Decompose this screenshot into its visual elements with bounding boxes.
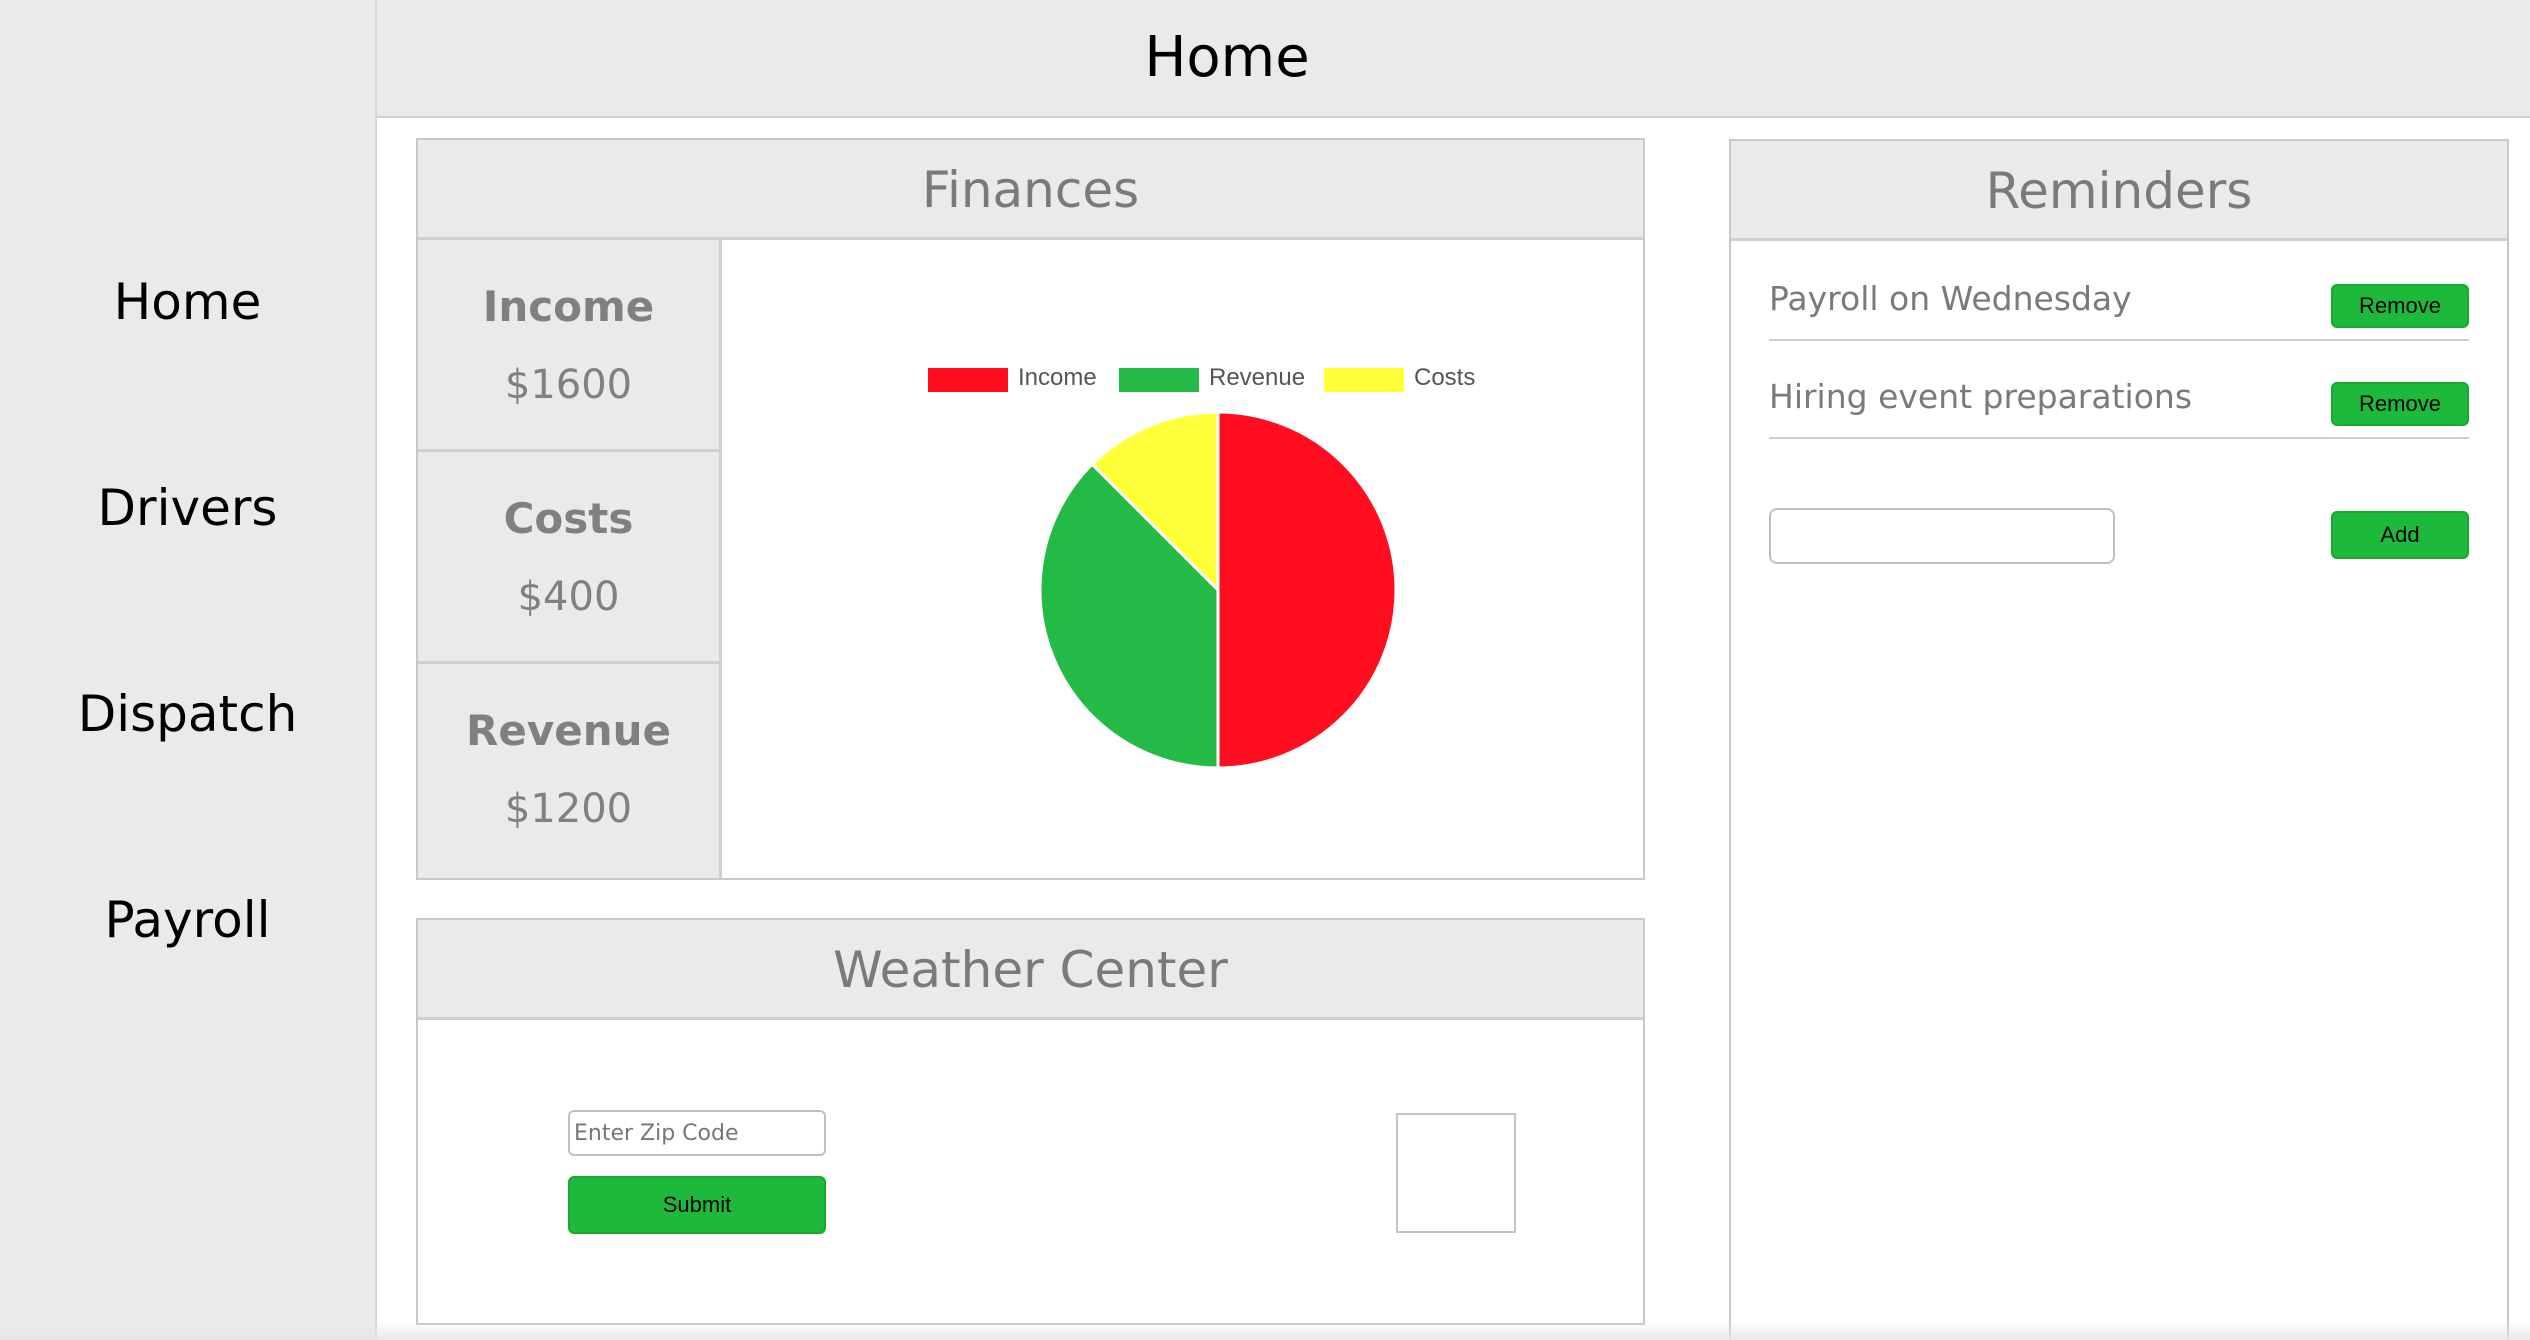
revenue-value: $1200	[504, 786, 633, 832]
costs-label: Costs	[503, 494, 634, 543]
finances-title: Finances	[418, 140, 1643, 240]
reminder-item-text: Payroll on Wednesday	[1769, 279, 2132, 318]
legend-swatch-income	[928, 368, 1008, 392]
remove-reminder-button[interactable]: Remove	[2331, 382, 2469, 426]
legend-label-costs: Costs	[1414, 364, 1476, 391]
page-title: Home	[1144, 25, 1310, 90]
submit-button[interactable]: Submit	[568, 1176, 826, 1234]
costs-value: $400	[517, 574, 620, 620]
reminders-title: Reminders	[1731, 141, 2507, 241]
remove-reminder-button[interactable]: Remove	[2331, 284, 2469, 328]
revenue-label: Revenue	[466, 706, 671, 755]
sidebar-item-dispatch[interactable]: Dispatch	[0, 684, 375, 744]
sidebar-item-drivers[interactable]: Drivers	[0, 478, 375, 538]
finances-panel: Finances Income $1600 Costs $400 Revenue…	[416, 138, 1645, 880]
income-value: $1600	[504, 362, 633, 408]
sidebar: Home Drivers Dispatch Payroll	[0, 0, 377, 1340]
revenue-stat: Revenue $1200	[418, 664, 722, 878]
reminders-panel: Reminders Payroll on Wednesday Remove Hi…	[1729, 139, 2509, 1340]
legend-label-income: Income	[1018, 364, 1097, 391]
income-label: Income	[482, 282, 655, 331]
zip-code-input[interactable]	[568, 1110, 826, 1156]
bottom-shadow	[0, 1322, 2530, 1340]
finances-pie-chart	[1038, 410, 1398, 770]
sidebar-item-home[interactable]: Home	[0, 272, 375, 332]
weather-title: Weather Center	[418, 920, 1643, 1020]
reminder-item-text: Hiring event preparations	[1769, 377, 2193, 416]
weather-panel: Weather Center Submit	[416, 918, 1645, 1325]
add-reminder-button[interactable]: Add	[2331, 511, 2469, 559]
weather-icon-placeholder	[1396, 1113, 1516, 1233]
costs-stat: Costs $400	[418, 452, 722, 664]
sidebar-item-payroll[interactable]: Payroll	[0, 890, 375, 950]
reminder-divider	[1769, 437, 2469, 439]
new-reminder-input[interactable]	[1769, 508, 2115, 564]
legend-label-revenue: Revenue	[1209, 364, 1306, 391]
pie-slice-income	[1216, 410, 1398, 770]
income-stat: Income $1600	[418, 240, 722, 452]
header-bar: Home	[377, 0, 2530, 118]
legend-swatch-revenue	[1119, 368, 1199, 392]
reminder-divider	[1769, 339, 2469, 341]
legend-swatch-costs	[1324, 368, 1404, 392]
